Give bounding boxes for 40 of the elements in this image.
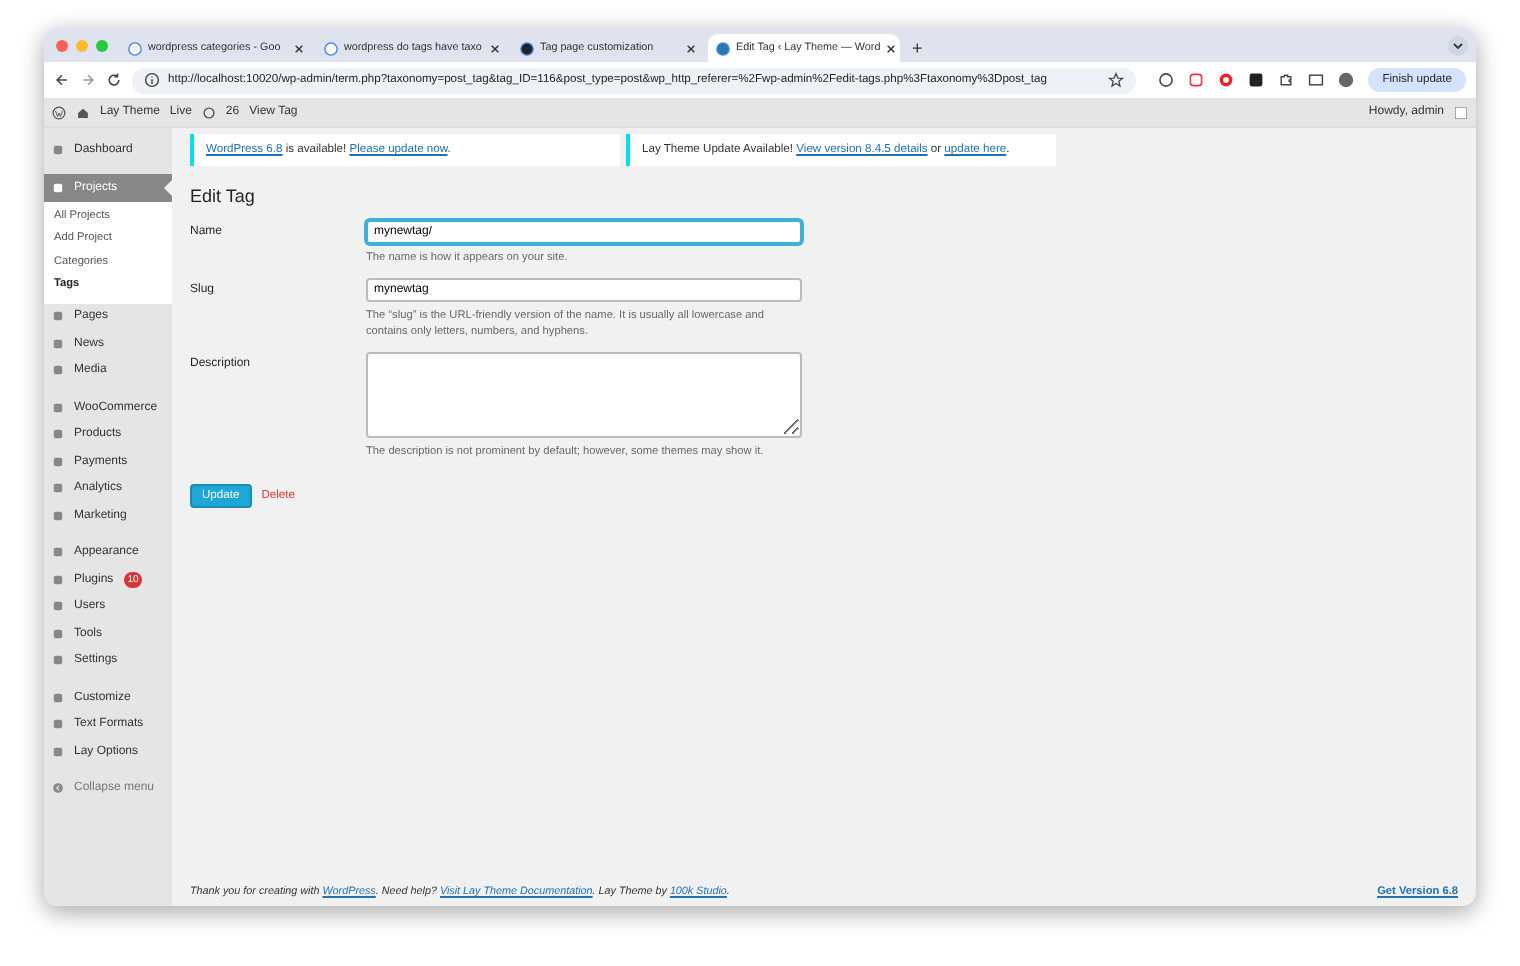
menu-item-icon	[52, 482, 64, 495]
menu-item-icon	[52, 573, 64, 586]
site-icon	[520, 41, 534, 55]
menu-item-icon	[52, 310, 64, 323]
menu-item-icon	[52, 600, 64, 613]
close-icon[interactable]	[294, 43, 304, 53]
menu-item-icon	[52, 401, 64, 414]
menu-item-icon	[52, 718, 64, 731]
info-icon[interactable]	[144, 72, 160, 88]
close-icon[interactable]	[686, 43, 696, 53]
close-icon[interactable]	[490, 43, 500, 53]
page-title: Edit Tag	[190, 186, 257, 206]
chevron-icon[interactable]	[1448, 35, 1468, 55]
menu-item-icon	[52, 745, 64, 758]
menu-item-icon	[52, 691, 64, 704]
wordpress-logo-icon[interactable]	[52, 105, 66, 119]
puzzle-icon[interactable]	[1278, 72, 1295, 88]
comment-icon	[201, 105, 216, 119]
site-icon	[324, 41, 338, 55]
menu-item-icon	[52, 143, 64, 156]
site-icon	[128, 41, 142, 55]
menu-item-icon	[52, 364, 64, 377]
description-field[interactable]	[366, 352, 802, 438]
collapse-icon	[52, 782, 64, 795]
menu-item-icon	[52, 455, 64, 468]
forward-icon[interactable]	[80, 72, 96, 88]
menu-item-icon	[52, 337, 64, 350]
reload-icon[interactable]	[106, 72, 122, 88]
close-icon[interactable]	[886, 43, 897, 53]
star-icon[interactable]	[1108, 72, 1125, 88]
menu-item-icon	[52, 509, 64, 522]
menu-item-icon	[52, 654, 64, 667]
menu-item-icon	[52, 546, 64, 559]
menu-item-icon	[52, 181, 64, 193]
site-icon	[716, 41, 730, 55]
new-tab-button[interactable]: +	[904, 34, 931, 62]
home-icon	[76, 105, 90, 119]
menu-item-icon	[52, 627, 64, 640]
menu-item-icon	[52, 428, 64, 441]
back-icon[interactable]	[54, 72, 70, 88]
